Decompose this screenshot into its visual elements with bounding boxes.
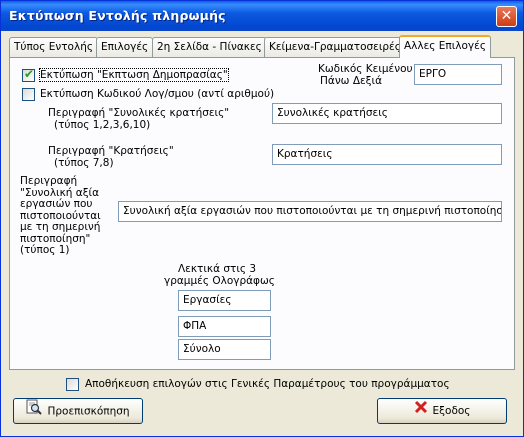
text-code-label-line2: Πάνω Δεξιά <box>320 75 383 87</box>
total-work-value-label: Περιγραφή "Συνολική αξία εργασιών που πι… <box>20 175 101 257</box>
text-code-label-line1: Κωδικός Κειμένου <box>318 63 413 75</box>
print-auction-discount-checkbox[interactable] <box>22 67 35 82</box>
total-work-value-label-line: Περιγραφή <box>20 175 78 187</box>
close-button[interactable]: ✕ <box>496 6 517 27</box>
total-deductions-input[interactable]: Συνολικές κρατήσεις <box>272 103 502 124</box>
red-x-icon <box>414 399 428 423</box>
words-label-line1: Λεκτικά στις 3 <box>178 263 257 275</box>
deductions-label-line2: (τύπος 7,8) <box>54 157 114 169</box>
save-options-label[interactable]: Αποθήκευση επιλογών στις Γενικές Παραμέτ… <box>85 378 450 390</box>
other-options-panel: Εκτύπωση "Εκπτωση Δημοπρασίας" Εκτύπωση … <box>9 57 515 370</box>
print-payment-order-dialog: Εκτύπωση Εντολής πληρωμής ✕ Τύπος Εντολή… <box>0 0 524 437</box>
words-line-3-input[interactable]: Σύνολο <box>178 339 271 360</box>
print-auction-discount-label[interactable]: Εκτύπωση "Εκπτωση Δημοπρασίας" <box>39 68 229 82</box>
close-icon: ✕ <box>500 8 513 24</box>
exit-button-label: Εξοδος <box>432 405 471 417</box>
words-line-1-input[interactable]: Εργασίες <box>178 290 271 311</box>
save-options-checkbox[interactable] <box>66 378 79 391</box>
deductions-input[interactable]: Κρατήσεις <box>272 144 502 165</box>
exit-button[interactable]: Εξοδος <box>377 398 507 424</box>
total-work-value-label-line: (τύπος 1) <box>20 244 70 256</box>
title-bar[interactable]: Εκτύπωση Εντολής πληρωμής ✕ <box>1 1 523 31</box>
preview-button-label: Προεπισκόπηση <box>47 405 130 418</box>
words-label-line2: γραμμές Ολογράφως <box>164 275 275 287</box>
magnifier-page-icon <box>26 399 43 424</box>
print-account-code-label[interactable]: Εκτύπωση Κωδικού Λογ/σμου (αντί αριθμού) <box>40 88 274 100</box>
tab-strip: Τύπος Εντολής Επιλογές 2η Σελίδα - Πίνακ… <box>9 35 509 58</box>
text-code-input[interactable]: ΕΡΓΟ <box>414 64 502 85</box>
total-work-value-label-line: με τη σημερινή <box>20 221 101 233</box>
preview-button[interactable]: Προεπισκόπηση <box>13 398 143 424</box>
total-work-value-label-line: εργασιών που <box>20 198 93 210</box>
deductions-label-line1: Περιγραφή "Κρατήσεις" <box>48 145 174 157</box>
window-title: Εκτύπωση Εντολής πληρωμής <box>9 8 226 23</box>
words-line-2-input[interactable]: ΦΠΑ <box>178 316 271 337</box>
total-deductions-label-line2: (τύπος 1,2,3,6,10) <box>54 119 151 131</box>
tab-texts-fonts[interactable]: Κείμενα-Γραμματοσειρές <box>264 37 406 57</box>
tab-second-page-tables[interactable]: 2η Σελίδα - Πίνακες <box>152 37 267 57</box>
tab-other-options[interactable]: Αλλες Επιλογές <box>399 35 491 58</box>
total-deductions-label-line1: Περιγραφή "Συνολικές κρατήσεις" <box>48 107 230 119</box>
print-account-code-checkbox[interactable] <box>22 88 35 101</box>
total-work-value-input[interactable]: Συνολική αξία εργασιών που πιστοποιούντα… <box>118 201 502 222</box>
tab-options[interactable]: Επιλογές <box>96 37 154 57</box>
tab-order-type[interactable]: Τύπος Εντολής <box>9 37 99 57</box>
